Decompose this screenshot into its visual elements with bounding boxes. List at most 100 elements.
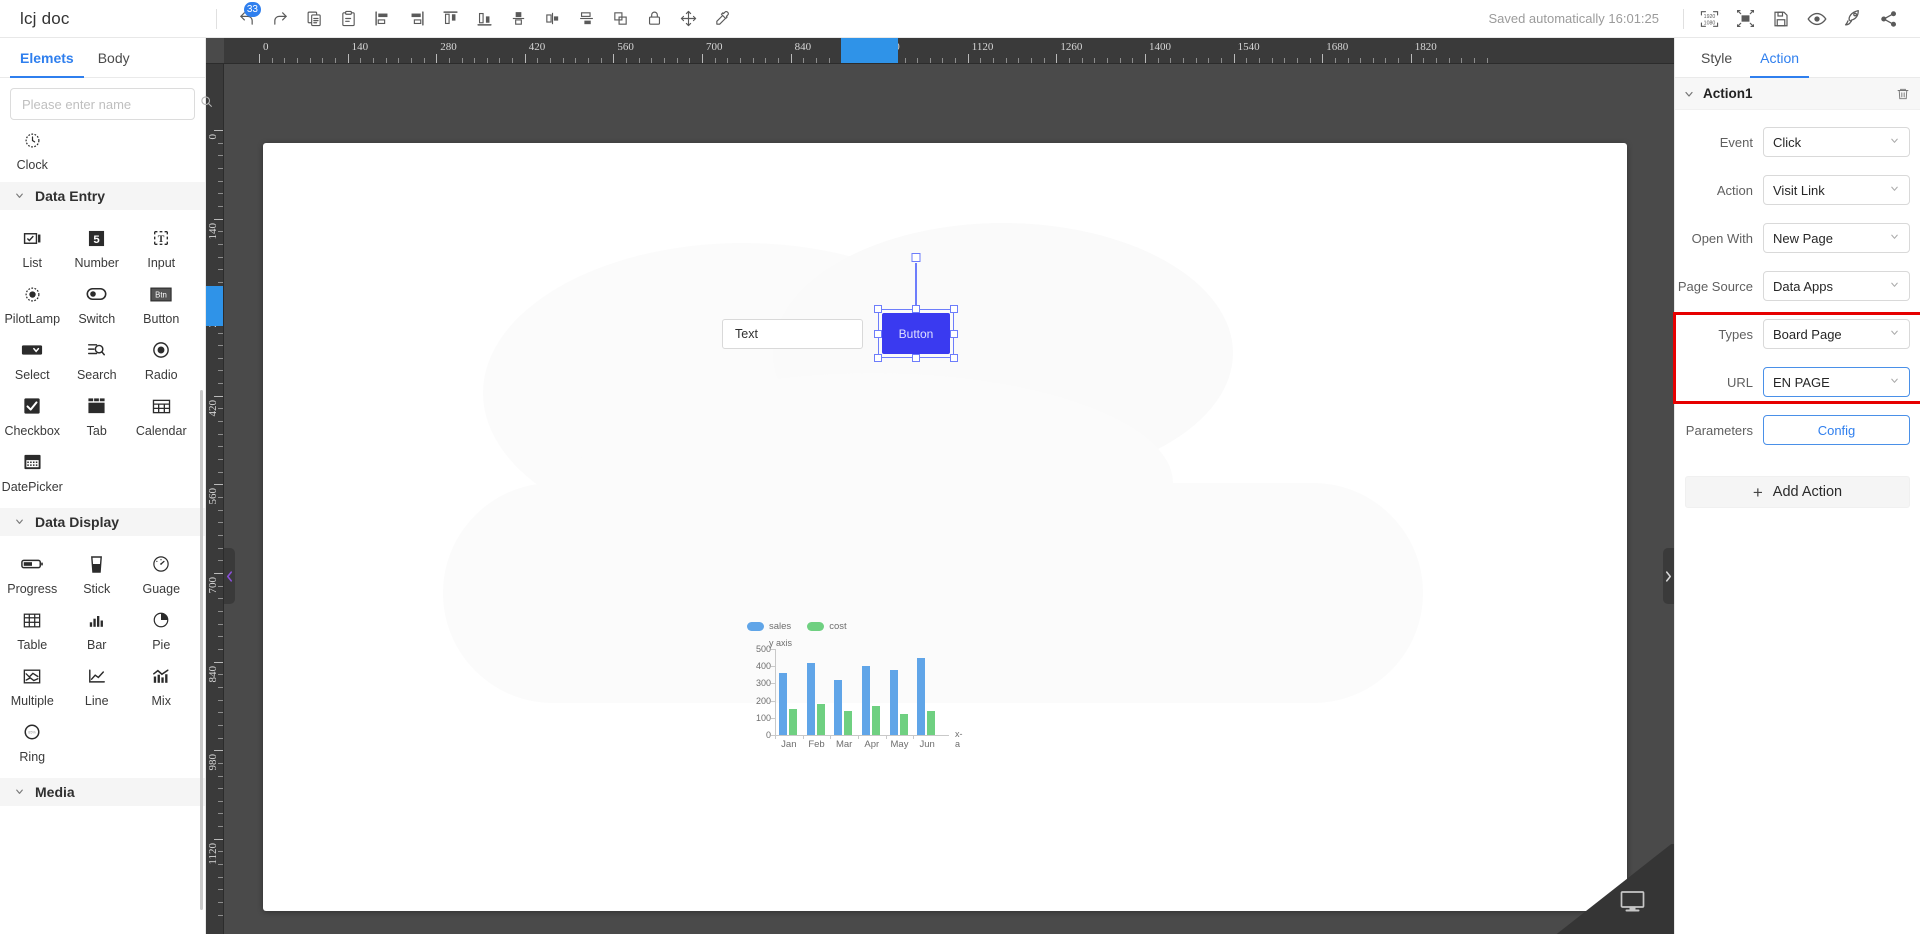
canvas-button-widget[interactable]: Button [874, 253, 958, 362]
align-left-icon[interactable] [367, 5, 397, 33]
fit-screen-icon[interactable] [1730, 5, 1760, 33]
palette-item-switch[interactable]: Switch [65, 276, 130, 332]
palette-item-bar[interactable]: Bar [65, 602, 130, 658]
resize-handle-se[interactable] [950, 354, 958, 362]
tab-elements[interactable]: Elemets [8, 38, 86, 78]
ruler-h-minor-tick [512, 58, 514, 63]
save-icon[interactable] [1766, 5, 1796, 33]
resize-handle-sw[interactable] [874, 354, 882, 362]
config-button[interactable]: Config [1763, 415, 1910, 445]
palette-item-calendar[interactable]: Calendar [129, 388, 194, 444]
select-event[interactable]: Click [1763, 127, 1910, 157]
palette-item-tab[interactable]: Tab [65, 388, 130, 444]
canvas-bar-chart-widget[interactable]: sales cost y axis 0 100 200 300 400 500 Jan Feb M… [743, 621, 975, 761]
palette-item-stick[interactable]: Stick [65, 546, 130, 602]
select-page-source[interactable]: Data Apps [1763, 271, 1910, 301]
right-canvas-collapse-handle[interactable] [1663, 548, 1674, 604]
group-items-data-entry: List 5 Number T Input PilotLamp Switch B… [0, 210, 205, 504]
palette-item-mix[interactable]: Mix [129, 658, 194, 714]
ruler-v-minor-tick [218, 243, 223, 245]
palette-item-label: Number [74, 256, 119, 270]
palette-scrollbar[interactable] [200, 390, 203, 910]
chart-x-tick-label: Mar [835, 739, 853, 750]
select-url[interactable]: EN PAGE [1763, 367, 1910, 397]
copy-icon[interactable] [299, 5, 329, 33]
search-input[interactable] [20, 95, 200, 113]
resize-handle-e[interactable] [950, 329, 958, 338]
chevron-down-icon[interactable] [1683, 88, 1695, 100]
share-icon[interactable] [1874, 5, 1904, 33]
element-search[interactable] [10, 88, 212, 120]
canvas-workspace: 0140280420560700840980112012601400154016… [206, 38, 1674, 934]
palette-item-multiple[interactable]: Multiple [0, 658, 65, 714]
palette-item-ring[interactable]: 85% Ring [0, 714, 65, 770]
group-header-data-entry[interactable]: Data Entry [0, 182, 205, 210]
palette-item-button[interactable]: Btn Button [129, 276, 194, 332]
move-icon[interactable] [673, 5, 703, 33]
add-action-button[interactable]: + Add Action [1685, 476, 1910, 508]
palette-item-table[interactable]: Table [0, 602, 65, 658]
lock-icon[interactable] [639, 5, 669, 33]
left-canvas-collapse-handle[interactable] [224, 548, 235, 604]
align-right-icon[interactable] [401, 5, 431, 33]
group-icon[interactable] [605, 5, 635, 33]
resolution-icon[interactable]: 1920 1080 [1694, 5, 1724, 33]
ruler-h-minor-tick [423, 58, 425, 63]
distribute-icon[interactable] [571, 5, 601, 33]
horizontal-ruler[interactable]: 0140280420560700840980112012601400154016… [206, 38, 1674, 64]
palette-item-search[interactable]: Search [65, 332, 130, 388]
palette-item-gauge[interactable]: Guage [129, 546, 194, 602]
document-title[interactable]: lcj doc [0, 9, 206, 29]
search-element-icon [87, 340, 106, 360]
chart-legend-item: cost [807, 621, 847, 632]
resize-handle-w[interactable] [874, 329, 882, 338]
palette-item-line[interactable]: Line [65, 658, 130, 714]
palette-item-datepicker[interactable]: DatePicker [0, 444, 65, 500]
group-header-media[interactable]: Media [0, 778, 205, 806]
publish-icon[interactable] [1838, 5, 1868, 33]
monitor-icon[interactable] [1619, 889, 1646, 918]
eyedropper-icon[interactable] [707, 5, 737, 33]
align-center-vertical-icon[interactable] [503, 5, 533, 33]
paste-icon[interactable] [333, 5, 363, 33]
undo-icon[interactable]: 33 [231, 1, 261, 33]
palette-item-clock[interactable]: Clock [0, 130, 65, 178]
redo-icon[interactable] [265, 5, 295, 33]
preview-icon[interactable] [1802, 5, 1832, 33]
select-open-with[interactable]: New Page [1763, 223, 1910, 253]
align-bottom-icon[interactable] [469, 5, 499, 33]
canvas-area[interactable]: Text Button sales cost y axis 0 100 200 … [224, 64, 1674, 934]
resize-handle-n[interactable] [912, 305, 920, 313]
palette-item-list[interactable]: List [0, 220, 65, 276]
tab-style[interactable]: Style [1687, 38, 1746, 78]
element-palette-scroll[interactable]: Clock Data Entry List 5 Number T Input P… [0, 128, 205, 934]
design-page[interactable]: Text Button sales cost y axis 0 100 200 … [263, 143, 1627, 911]
resize-handle-s[interactable] [912, 354, 920, 362]
rotate-handle[interactable] [911, 253, 921, 262]
palette-item-pie[interactable]: Pie [129, 602, 194, 658]
select-action[interactable]: Visit Link [1763, 175, 1910, 205]
canvas-text-widget[interactable]: Text [722, 319, 863, 349]
palette-item-progress[interactable]: Progress [0, 546, 65, 602]
palette-item-number[interactable]: 5 Number [65, 220, 130, 276]
resize-handle-nw[interactable] [874, 305, 882, 313]
ruler-h-tick [347, 54, 349, 63]
palette-item-pilotlamp[interactable]: PilotLamp [0, 276, 65, 332]
align-center-horizontal-icon[interactable] [537, 5, 567, 33]
palette-item-radio[interactable]: Radio [129, 332, 194, 388]
palette-item-input[interactable]: T Input [129, 220, 194, 276]
align-top-icon[interactable] [435, 5, 465, 33]
trash-icon[interactable] [1896, 87, 1910, 101]
ruler-h-minor-tick [372, 58, 374, 63]
gauge-icon [152, 554, 170, 574]
vertical-ruler[interactable]: 01402804205607008409801120 [206, 64, 224, 934]
select-types[interactable]: Board Page [1763, 319, 1910, 349]
ruler-v-minor-tick [218, 421, 223, 423]
palette-item-checkbox[interactable]: Checkbox [0, 388, 65, 444]
tab-action[interactable]: Action [1746, 38, 1813, 78]
resize-handle-ne[interactable] [950, 305, 958, 313]
chart-y-axis-label: y axis [769, 638, 793, 648]
tab-body[interactable]: Body [86, 38, 142, 78]
palette-item-select[interactable]: Select [0, 332, 65, 388]
group-header-data-display[interactable]: Data Display [0, 508, 205, 536]
